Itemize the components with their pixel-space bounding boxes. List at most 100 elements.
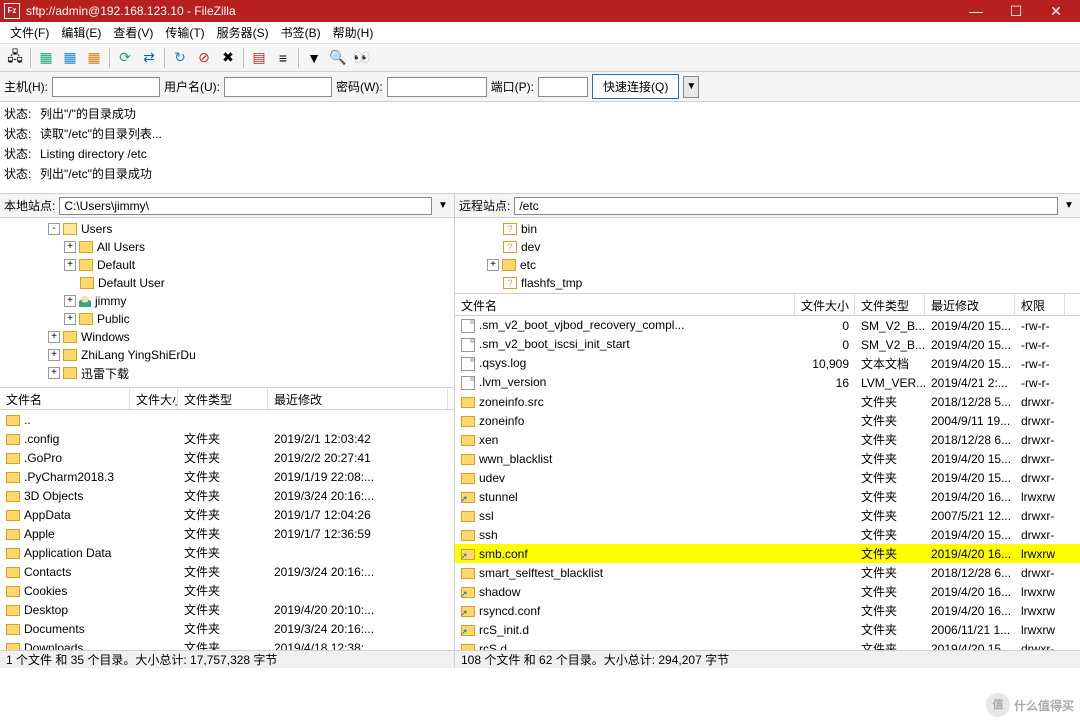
search-button[interactable]: 🔍 (327, 47, 349, 69)
tree-expander[interactable]: + (64, 241, 76, 253)
remote-list[interactable]: 文件名文件大小文件类型最近修改权限 .sm_v2_boot_vjbod_reco… (455, 294, 1080, 650)
tree-node[interactable]: +All Users (0, 238, 454, 256)
list-row[interactable]: smb.conf文件夹2019/4/20 16...lrwxrw (455, 544, 1080, 563)
column-header[interactable]: 文件大小 (795, 294, 855, 315)
local-tree[interactable]: -Users+All Users+DefaultDefault User+jim… (0, 218, 454, 388)
column-header[interactable]: 文件名 (455, 294, 795, 315)
tree-node[interactable]: +jimmy (0, 292, 454, 310)
toggle-tree-button[interactable]: ▦ (59, 47, 81, 69)
tree-node[interactable]: +迅雷下载 (0, 364, 454, 382)
list-row[interactable]: .GoPro文件夹2019/2/2 20:27:41 (0, 448, 454, 467)
column-header[interactable]: 文件名 (0, 388, 130, 409)
pass-input[interactable] (387, 77, 487, 97)
host-input[interactable] (52, 77, 160, 97)
queue-button[interactable]: ≡ (272, 47, 294, 69)
tree-expander[interactable]: + (64, 259, 76, 271)
menu-item[interactable]: 帮助(H) (327, 22, 380, 43)
list-row[interactable]: Documents文件夹2019/3/24 20:16:... (0, 619, 454, 638)
local-path-dropdown[interactable]: ▼ (436, 200, 450, 211)
list-row[interactable]: rcS.d文件夹2019/4/20 15...drwxr- (455, 639, 1080, 650)
local-list[interactable]: 文件名文件大小文件类型最近修改 ...config文件夹2019/2/1 12:… (0, 388, 454, 650)
refresh-button[interactable]: ↻ (169, 47, 191, 69)
menu-item[interactable]: 书签(B) (275, 22, 327, 43)
list-row[interactable]: ssl文件夹2007/5/21 12...drwxr- (455, 506, 1080, 525)
column-header[interactable]: 文件大小 (130, 388, 178, 409)
list-row[interactable]: xen文件夹2018/12/28 6...drwxr- (455, 430, 1080, 449)
tree-expander[interactable]: - (48, 223, 60, 235)
menu-item[interactable]: 文件(F) (4, 22, 55, 43)
list-row[interactable]: .lvm_version16LVM_VER...2019/4/21 2:...-… (455, 373, 1080, 392)
binoculars-button[interactable]: 👀 (351, 47, 373, 69)
process-queue-button[interactable]: ▤ (248, 47, 270, 69)
tree-expander[interactable]: + (48, 367, 60, 379)
list-row[interactable]: Contacts文件夹2019/3/24 20:16:... (0, 562, 454, 581)
tree-node[interactable]: +Windows (0, 328, 454, 346)
tree-node[interactable]: +Default (0, 256, 454, 274)
tree-node[interactable]: ?dev (455, 238, 1080, 256)
list-row[interactable]: .sm_v2_boot_iscsi_init_start0SM_V2_B...2… (455, 335, 1080, 354)
list-row[interactable]: Cookies文件夹 (0, 581, 454, 600)
list-row[interactable]: .qsys.log10,909文本文档2019/4/20 15...-rw-r- (455, 354, 1080, 373)
remote-tree[interactable]: ?bin?dev+etc?flashfs_tmp (455, 218, 1080, 294)
tree-node[interactable]: ?bin (455, 220, 1080, 238)
quickconnect-dropdown[interactable]: ▼ (683, 76, 699, 98)
compare-button[interactable]: ⇄ (138, 47, 160, 69)
list-row[interactable]: zoneinfo.src文件夹2018/12/28 5...drwxr- (455, 392, 1080, 411)
local-path-input[interactable] (59, 197, 432, 215)
menu-item[interactable]: 服务器(S) (211, 22, 275, 43)
list-row[interactable]: ssh文件夹2019/4/20 15...drwxr- (455, 525, 1080, 544)
list-row[interactable]: shadow文件夹2019/4/20 16...lrwxrw (455, 582, 1080, 601)
tree-node[interactable]: -Users (0, 220, 454, 238)
tree-expander[interactable]: + (64, 313, 76, 325)
toggle-log-button[interactable]: ▦ (35, 47, 57, 69)
list-row[interactable]: Desktop文件夹2019/4/20 20:10:... (0, 600, 454, 619)
tree-node[interactable]: ?flashfs_tmp (455, 274, 1080, 292)
tree-expander[interactable]: + (48, 349, 60, 361)
list-row[interactable]: .config文件夹2019/2/1 12:03:42 (0, 429, 454, 448)
cancel-button[interactable]: ⊘ (193, 47, 215, 69)
column-header[interactable]: 权限 (1015, 294, 1065, 315)
column-header[interactable]: 文件类型 (855, 294, 925, 315)
list-row[interactable]: AppData文件夹2019/1/7 12:04:26 (0, 505, 454, 524)
list-row[interactable]: Downloads文件夹2019/4/18 12:38:... (0, 638, 454, 650)
tree-node[interactable]: Default User (0, 274, 454, 292)
menu-item[interactable]: 编辑(E) (55, 22, 107, 43)
list-row[interactable]: .. (0, 410, 454, 429)
filter-button[interactable]: ▼ (303, 47, 325, 69)
list-row[interactable]: Application Data文件夹 (0, 543, 454, 562)
remote-path-input[interactable] (514, 197, 1058, 215)
list-row[interactable]: stunnel文件夹2019/4/20 16...lrwxrw (455, 487, 1080, 506)
tree-expander[interactable]: + (487, 259, 499, 271)
close-button[interactable]: ✕ (1036, 0, 1076, 22)
list-row[interactable]: 3D Objects文件夹2019/3/24 20:16:... (0, 486, 454, 505)
list-row[interactable]: wwn_blacklist文件夹2019/4/20 15...drwxr- (455, 449, 1080, 468)
column-header[interactable]: 最近修改 (925, 294, 1015, 315)
list-row[interactable]: smart_selftest_blacklist文件夹2018/12/28 6.… (455, 563, 1080, 582)
menu-item[interactable]: 查看(V) (107, 22, 159, 43)
tree-expander[interactable]: + (48, 331, 60, 343)
list-row[interactable]: udev文件夹2019/4/20 15...drwxr- (455, 468, 1080, 487)
list-row[interactable]: rcS_init.d文件夹2006/11/21 1...lrwxrw (455, 620, 1080, 639)
minimize-button[interactable]: — (956, 0, 996, 22)
port-input[interactable] (538, 77, 588, 97)
tree-node[interactable]: +etc (455, 256, 1080, 274)
menu-item[interactable]: 传输(T) (159, 22, 210, 43)
tree-node[interactable]: +Public (0, 310, 454, 328)
list-row[interactable]: .sm_v2_boot_vjbod_recovery_compl...0SM_V… (455, 316, 1080, 335)
list-row[interactable]: zoneinfo文件夹2004/9/11 19...drwxr- (455, 411, 1080, 430)
user-input[interactable] (224, 77, 332, 97)
column-header[interactable]: 最近修改 (268, 388, 448, 409)
remote-path-dropdown[interactable]: ▼ (1062, 200, 1076, 211)
site-manager-button[interactable]: 🖧 (4, 47, 26, 69)
toggle-queue-button[interactable]: ▦ (83, 47, 105, 69)
sync-browse-button[interactable]: ⟳ (114, 47, 136, 69)
list-row[interactable]: rsyncd.conf文件夹2019/4/20 16...lrwxrw (455, 601, 1080, 620)
quickconnect-button[interactable]: 快速连接(Q) (592, 74, 679, 99)
disconnect-button[interactable]: ✖ (217, 47, 239, 69)
tree-expander[interactable]: + (64, 295, 76, 307)
column-header[interactable]: 文件类型 (178, 388, 268, 409)
list-row[interactable]: .PyCharm2018.3文件夹2019/1/19 22:08:... (0, 467, 454, 486)
tree-node[interactable]: +ZhiLang YingShiErDu (0, 346, 454, 364)
maximize-button[interactable]: ☐ (996, 0, 1036, 22)
list-row[interactable]: Apple文件夹2019/1/7 12:36:59 (0, 524, 454, 543)
